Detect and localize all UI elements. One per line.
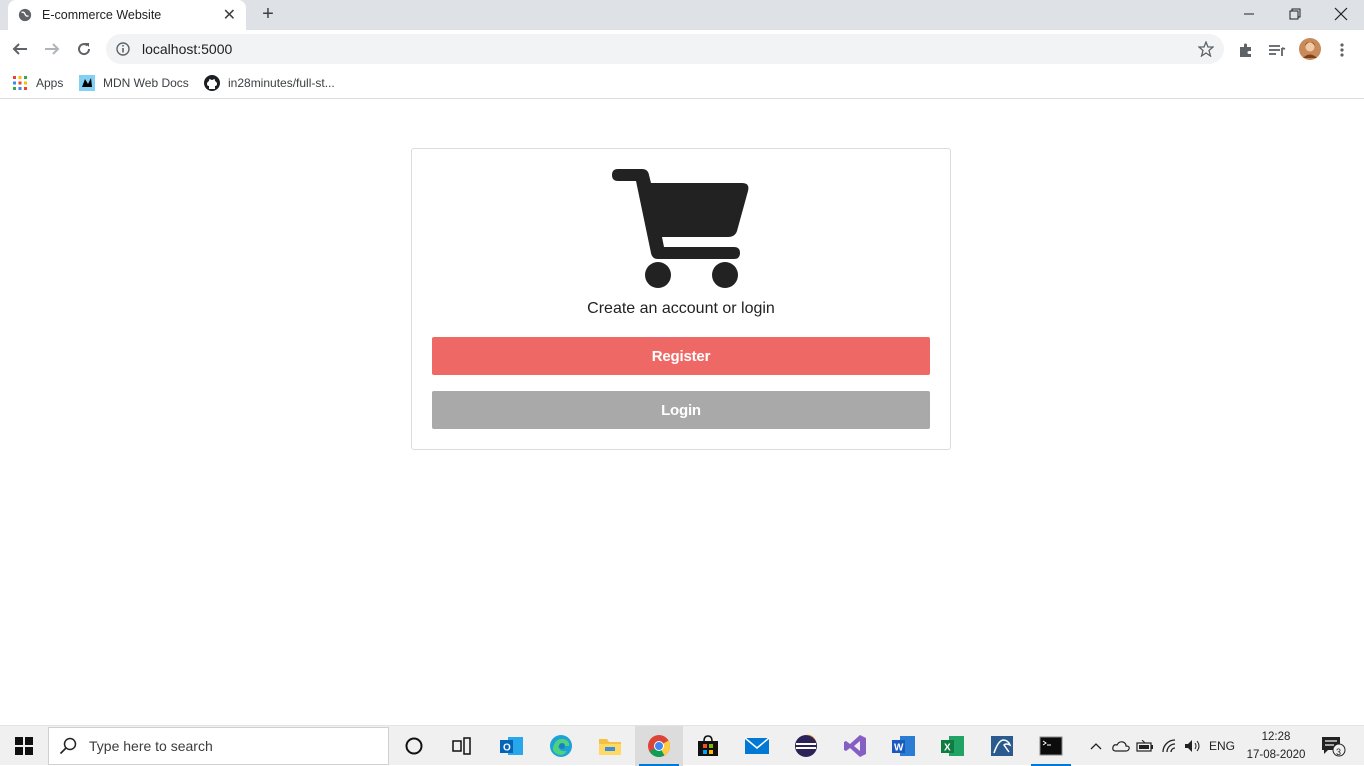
mysql-workbench-icon[interactable]: [978, 726, 1026, 766]
notification-count-badge: 3: [1336, 747, 1342, 757]
bookmarks-bar: Apps MDN Web Docs in28minutes/full-st...: [0, 68, 1364, 99]
bookmark-label: Apps: [36, 76, 64, 90]
show-hidden-icons-chevron-icon[interactable]: [1087, 726, 1105, 766]
chrome-icon[interactable]: [635, 726, 683, 766]
mdn-icon: [79, 75, 95, 91]
forward-icon[interactable]: [42, 39, 62, 59]
close-window-icon[interactable]: [1318, 0, 1364, 28]
bookmark-mdn[interactable]: MDN Web Docs: [79, 73, 189, 93]
minimize-icon[interactable]: [1226, 0, 1272, 28]
page-content: Create an account or login Register Logi…: [0, 100, 1364, 725]
action-center-icon[interactable]: 3: [1318, 726, 1348, 766]
bookmark-label: in28minutes/full-st...: [228, 76, 335, 90]
profile-avatar[interactable]: [1299, 38, 1321, 60]
cortana-icon[interactable]: [390, 726, 438, 766]
info-icon[interactable]: [116, 42, 130, 56]
new-tab-icon[interactable]: +: [259, 4, 277, 24]
visual-studio-icon[interactable]: [831, 726, 879, 766]
wifi-icon[interactable]: [1158, 726, 1182, 766]
back-icon[interactable]: [10, 39, 30, 59]
browser-tab-strip: E-commerce Website ✕ +: [0, 0, 1364, 30]
browser-tab[interactable]: E-commerce Website ✕: [8, 0, 246, 30]
shopping-cart-icon: [612, 169, 749, 288]
search-placeholder: Type here to search: [89, 738, 213, 754]
excel-icon[interactable]: X: [929, 726, 977, 766]
globe-icon: [18, 8, 32, 22]
windows-start-icon[interactable]: [0, 726, 48, 766]
clock-date: 17-08-2020: [1246, 749, 1306, 761]
edge-icon[interactable]: [537, 726, 585, 766]
tab-title: E-commerce Website: [42, 8, 162, 22]
address-bar[interactable]: localhost:5000: [106, 34, 1224, 64]
card-prompt: Create an account or login: [587, 300, 775, 317]
restore-icon[interactable]: [1272, 0, 1318, 28]
battery-icon[interactable]: [1134, 726, 1156, 766]
search-icon: [59, 737, 77, 755]
language-indicator[interactable]: ENG: [1206, 726, 1238, 766]
browser-toolbar: localhost:5000: [0, 30, 1364, 68]
menu-kebab-icon[interactable]: [1332, 40, 1352, 60]
bookmark-star-icon[interactable]: [1198, 41, 1214, 57]
svg-text:X: X: [944, 743, 951, 754]
register-button[interactable]: Register: [432, 337, 930, 375]
login-button[interactable]: Login: [432, 391, 930, 429]
auth-card: Create an account or login Register Logi…: [411, 148, 951, 450]
terminal-icon[interactable]: [1027, 726, 1075, 766]
outlook-icon[interactable]: O: [488, 726, 536, 766]
bookmark-github[interactable]: in28minutes/full-st...: [204, 73, 335, 93]
bookmark-apps[interactable]: Apps: [12, 73, 63, 93]
store-icon[interactable]: [684, 726, 732, 766]
apps-grid-icon: [13, 76, 27, 90]
reading-list-icon[interactable]: [1267, 40, 1287, 60]
bookmark-label: MDN Web Docs: [103, 76, 189, 90]
github-icon: [204, 75, 220, 91]
volume-icon[interactable]: [1182, 726, 1204, 766]
system-clock[interactable]: 12:28 17-08-2020: [1244, 728, 1308, 764]
svg-text:W: W: [894, 743, 904, 754]
mail-icon[interactable]: [733, 726, 781, 766]
onedrive-cloud-icon[interactable]: [1110, 726, 1132, 766]
taskbar-search-box[interactable]: Type here to search: [48, 727, 389, 765]
clock-time: 12:28: [1261, 731, 1291, 743]
word-icon[interactable]: W: [880, 726, 928, 766]
close-tab-icon[interactable]: ✕: [223, 5, 236, 25]
file-explorer-icon[interactable]: [586, 726, 634, 766]
url-text: localhost:5000: [142, 41, 233, 57]
task-view-icon[interactable]: [438, 726, 486, 766]
eclipse-icon[interactable]: [782, 726, 830, 766]
windows-taskbar: Type here to search O W X ENG 12:28 17-0…: [0, 725, 1364, 766]
svg-text:O: O: [503, 743, 511, 754]
extensions-puzzle-icon[interactable]: [1236, 40, 1256, 60]
reload-icon[interactable]: [74, 39, 94, 59]
